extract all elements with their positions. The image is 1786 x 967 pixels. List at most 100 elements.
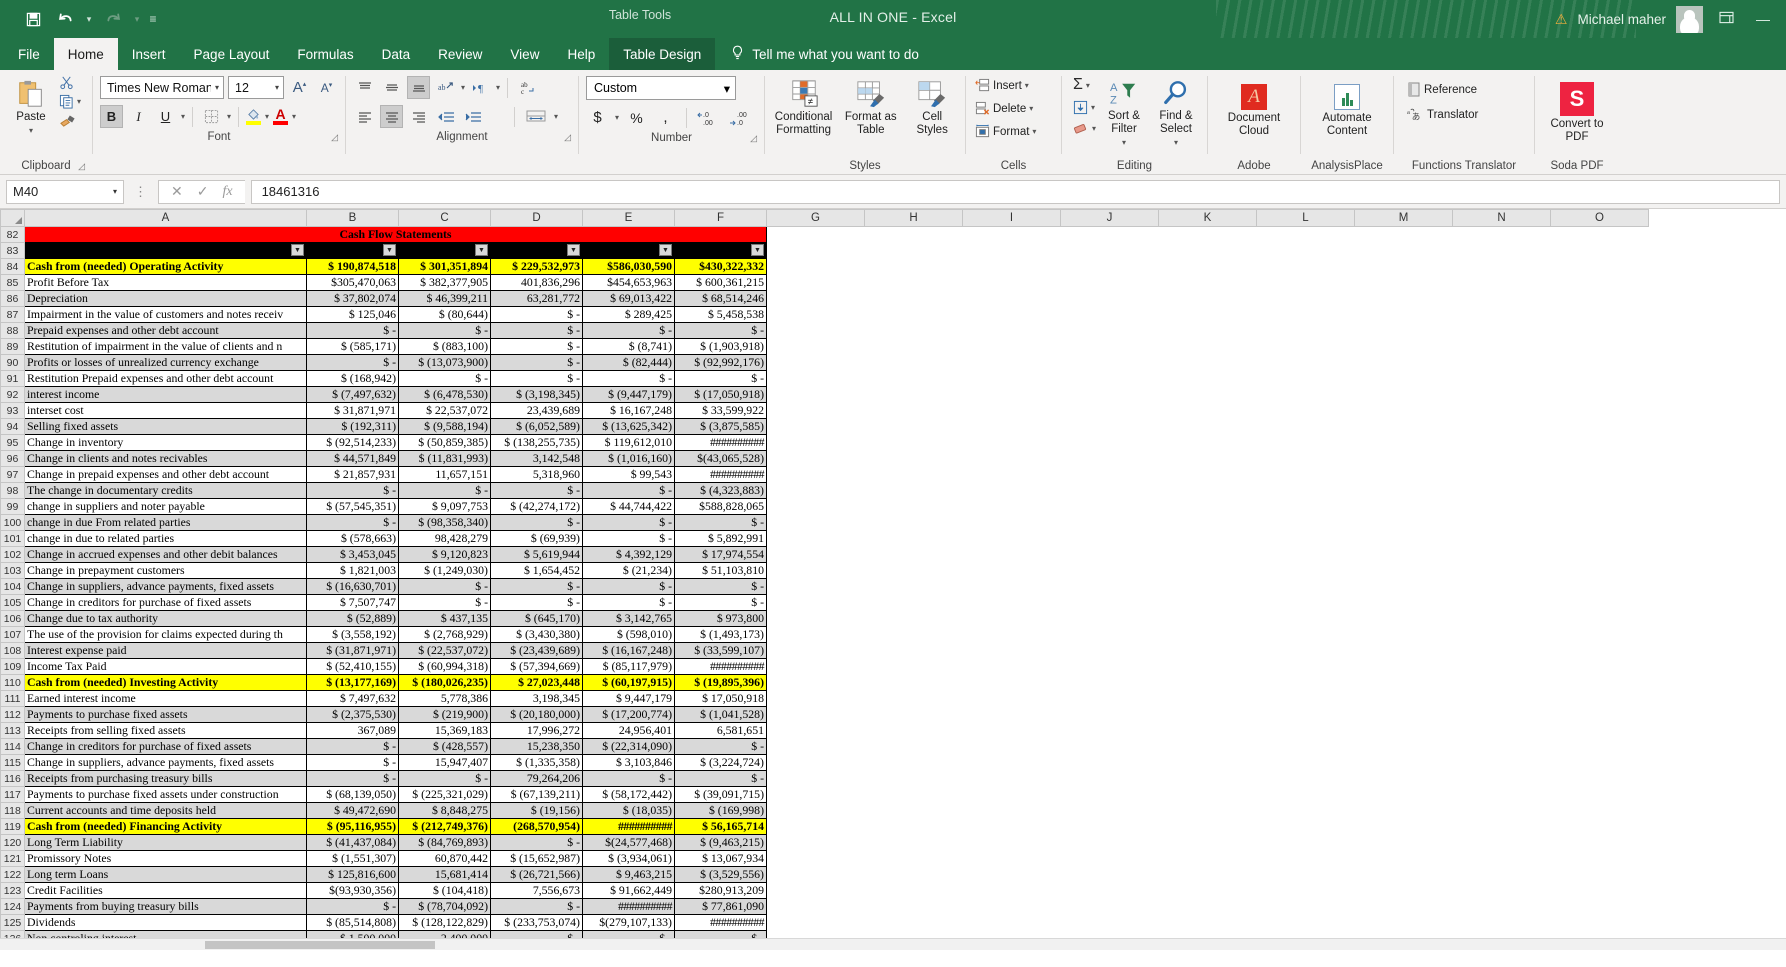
value-cell[interactable]: 6,581,651 — [674, 722, 767, 739]
value-cell[interactable]: 11,657,151 — [398, 466, 491, 483]
value-cell[interactable]: $ - — [490, 482, 583, 499]
value-cell[interactable]: 5,318,960 — [490, 466, 583, 483]
value-cell[interactable]: $ (52,889) — [306, 610, 399, 627]
value-cell[interactable]: 3,198,345 — [490, 690, 583, 707]
select-all-corner[interactable] — [0, 209, 25, 227]
value-cell[interactable]: $ - — [490, 322, 583, 339]
paste-button[interactable]: Paste ▾ — [7, 75, 55, 135]
value-cell[interactable]: $ - — [306, 514, 399, 531]
column-header-M[interactable]: M — [1354, 209, 1453, 227]
row-header-87[interactable]: 87 — [0, 306, 25, 323]
value-cell[interactable]: $ 37,802,074 — [306, 290, 399, 307]
row-label-cell[interactable]: Credit Facilities — [24, 882, 307, 899]
row-label-cell[interactable]: Change in inventory — [24, 434, 307, 451]
enter-formula-icon[interactable]: ✓ — [197, 183, 209, 200]
value-cell[interactable]: $ - — [582, 770, 675, 787]
number-format-combo[interactable]: Custom ▾ — [586, 76, 736, 100]
value-cell[interactable]: $ (7,497,632) — [306, 386, 399, 403]
value-cell[interactable]: $ - — [490, 578, 583, 595]
row-label-cell[interactable]: Change in suppliers, advance payments, f… — [24, 754, 307, 771]
row-header-120[interactable]: 120 — [0, 834, 25, 851]
row-label-cell[interactable]: change in suppliers and noter payable — [24, 498, 307, 515]
value-cell[interactable]: $ - — [490, 370, 583, 387]
row-label-cell[interactable]: Cash from (needed) Financing Activity — [24, 818, 307, 835]
row-label-cell[interactable]: Prepaid expenses and other debt account — [24, 322, 307, 339]
value-cell[interactable]: $ (13,073,900) — [398, 354, 491, 371]
value-cell[interactable]: $ 99,543 — [582, 466, 675, 483]
value-cell[interactable]: $ (138,255,735) — [490, 434, 583, 451]
text-direction-button[interactable]: ¶ — [469, 76, 492, 99]
value-cell[interactable]: $ (67,139,211) — [490, 786, 583, 803]
empty-cells[interactable] — [766, 434, 1649, 451]
row-header-103[interactable]: 103 — [0, 562, 25, 579]
font-size-dropdown-icon[interactable]: ▾ — [271, 83, 279, 92]
row-header-109[interactable]: 109 — [0, 658, 25, 675]
redo-icon[interactable] — [98, 5, 128, 33]
table-row[interactable]: 91 Restitution Prepaid expenses and other… — [0, 370, 1649, 387]
value-cell[interactable]: $ (9,588,194) — [398, 418, 491, 435]
value-cell[interactable]: $ (52,410,155) — [306, 658, 399, 675]
value-cell[interactable]: $ (41,437,084) — [306, 834, 399, 851]
decrease-font-size-button[interactable]: A▾ — [315, 76, 338, 99]
value-cell[interactable]: $ (92,514,233) — [306, 434, 399, 451]
row-header-117[interactable]: 117 — [0, 786, 25, 803]
value-cell[interactable]: 23,439,689 — [490, 402, 583, 419]
row-header-91[interactable]: 91 — [0, 370, 25, 387]
row-label-cell[interactable]: The use of the provision for claims expe… — [24, 626, 307, 643]
row-label-cell[interactable]: Earned interest income — [24, 690, 307, 707]
value-cell[interactable]: $ - — [306, 354, 399, 371]
table-row[interactable]: 110 Cash from (needed) Investing Activity… — [0, 674, 1649, 691]
value-cell[interactable]: $ (219,900) — [398, 706, 491, 723]
row-header-104[interactable]: 104 — [0, 578, 25, 595]
row-header-118[interactable]: 118 — [0, 802, 25, 819]
autosum-dropdown-icon[interactable]: ▾ — [1086, 81, 1090, 90]
table-row[interactable]: 90 Profits or losses of unrealized curren… — [0, 354, 1649, 371]
value-cell[interactable]: $ 7,497,632 — [306, 690, 399, 707]
cut-button[interactable] — [59, 75, 81, 90]
value-cell[interactable]: $ 3,453,045 — [306, 546, 399, 563]
fill-color-button[interactable] — [246, 105, 262, 128]
value-cell[interactable]: $ (1,551,307) — [306, 850, 399, 867]
value-cell[interactable]: $ (578,663) — [306, 530, 399, 547]
table-row[interactable]: 102 Change in accrued expenses and other … — [0, 546, 1649, 563]
row-label-cell[interactable]: Profit Before Tax — [24, 274, 307, 291]
empty-cells[interactable] — [766, 498, 1649, 515]
empty-cells[interactable] — [766, 306, 1649, 323]
value-cell[interactable]: $ 8,848,275 — [398, 802, 491, 819]
row-header-121[interactable]: 121 — [0, 850, 25, 867]
value-cell[interactable]: $ (8,741) — [582, 338, 675, 355]
value-cell[interactable]: ########## — [674, 434, 767, 451]
value-cell[interactable]: $ - — [582, 594, 675, 611]
column-header-K[interactable]: K — [1158, 209, 1257, 227]
value-cell[interactable]: ########## — [582, 818, 675, 835]
clipboard-dialog-launcher-icon[interactable]: ◿ — [78, 161, 85, 172]
header-cell-2021[interactable]: 2021 ▼ — [582, 242, 675, 259]
row-label-cell[interactable]: Change in prepaid expenses and other deb… — [24, 466, 307, 483]
value-cell[interactable]: $ 190,874,518 — [306, 258, 399, 275]
table-row[interactable]: 89 Restitution of impairment in the value… — [0, 338, 1649, 355]
empty-cells[interactable] — [766, 786, 1649, 803]
empty-cells[interactable] — [766, 818, 1649, 835]
redo-dropdown-icon[interactable]: ▾ — [130, 5, 144, 33]
value-cell[interactable]: $ 125,046 — [306, 306, 399, 323]
value-cell[interactable]: $ - — [674, 578, 767, 595]
align-left-button[interactable] — [353, 105, 376, 128]
empty-cells[interactable] — [766, 626, 1649, 643]
row-header-89[interactable]: 89 — [0, 338, 25, 355]
increase-font-size-button[interactable]: A▴ — [288, 76, 311, 99]
format-cells-button[interactable]: Format ▾ — [975, 124, 1036, 139]
empty-cells[interactable] — [766, 866, 1649, 883]
value-cell[interactable]: $ (21,234) — [582, 562, 675, 579]
column-header-A[interactable]: A — [24, 209, 307, 227]
value-cell[interactable]: $ - — [582, 482, 675, 499]
row-label-cell[interactable]: change in due to related parties — [24, 530, 307, 547]
value-cell[interactable]: $ (2,375,530) — [306, 706, 399, 723]
value-cell[interactable]: $ (1,903,918) — [674, 338, 767, 355]
value-cell[interactable]: $ (212,749,376) — [398, 818, 491, 835]
table-row[interactable]: 125 Dividends $ (85,514,808) $ (128,122,829… — [0, 914, 1649, 931]
value-cell[interactable]: $ - — [582, 530, 675, 547]
value-cell[interactable]: $ - — [490, 306, 583, 323]
top-align-button[interactable] — [353, 76, 376, 99]
underline-button[interactable]: U — [154, 105, 177, 128]
value-cell[interactable]: $ 1,654,452 — [490, 562, 583, 579]
